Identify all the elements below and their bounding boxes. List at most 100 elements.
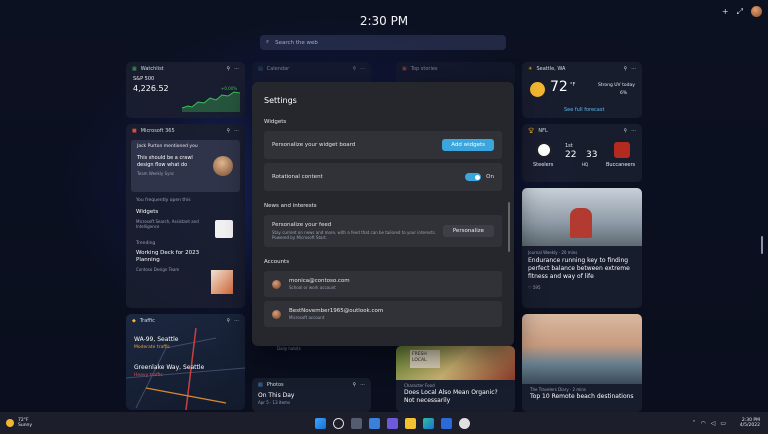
account-row[interactable]: BestNovember1965@outlook.com Microsoft a…	[264, 301, 502, 327]
section-accounts: Accounts	[264, 259, 290, 265]
volume-icon[interactable]: ◁	[711, 420, 716, 427]
forecast-link[interactable]: See full forecast	[564, 107, 604, 113]
widget-title: Watchlist	[140, 66, 164, 72]
rotational-label: Rotational content	[272, 174, 323, 180]
home-score: 22	[565, 150, 577, 160]
precipitation: 6%	[620, 91, 628, 96]
chevron-up-icon[interactable]: ˄	[692, 420, 695, 427]
route-1-status: Moderate traffic	[134, 345, 171, 350]
store-icon[interactable]	[441, 417, 452, 429]
nfl-widget[interactable]: 🏆︎ NFL ⚲ ··· Steelers 1st 22 33 HQ Buccanee…	[522, 124, 642, 182]
taskbar-clock[interactable]: 2:30 PM 4/5/2022	[740, 418, 760, 429]
game-period: HQ	[582, 162, 589, 167]
search-taskbar-icon[interactable]	[333, 417, 344, 429]
toggle-state: On	[486, 174, 494, 180]
story-source: The Travelers Diary · 2 mins	[530, 387, 586, 392]
story-title[interactable]: Does Local Also Mean Organic? Not necess…	[396, 389, 515, 405]
avatar[interactable]	[751, 6, 762, 17]
widget-title: Traffic	[139, 318, 155, 324]
more-icon[interactable]: ···	[234, 318, 239, 324]
trophy-icon: 🏆︎	[528, 128, 535, 134]
more-icon[interactable]: ···	[360, 66, 365, 72]
file-explorer-icon[interactable]	[405, 417, 416, 429]
personalize-feed-row: Personalize your feed Stay current on ne…	[264, 215, 502, 247]
mention-card[interactable]: Jack Purton mentioned you This should be…	[131, 140, 240, 192]
taskbar-weather[interactable]: 72°F Sunny	[0, 418, 32, 429]
start-icon[interactable]	[315, 417, 326, 429]
settings-scrollbar[interactable]	[508, 202, 510, 252]
photos-icon: ▧	[258, 382, 263, 388]
story-source: Journal Weekly · 20 mins	[528, 250, 578, 255]
temperature: 72	[550, 79, 568, 95]
battery-icon[interactable]: ▭	[720, 420, 726, 427]
wifi-icon[interactable]: ◠	[700, 420, 705, 427]
expand-icon[interactable]: ⤢	[737, 7, 743, 17]
settings-dialog: Settings Widgets Personalize your widget…	[252, 82, 514, 346]
pin-icon[interactable]: ⚲	[624, 66, 628, 72]
board-header-controls: + ⤢	[722, 6, 762, 17]
rotational-toggle[interactable]	[465, 173, 482, 181]
personalize-button[interactable]: Personalize	[442, 225, 494, 237]
section-news: News and interests	[264, 203, 317, 209]
account-row[interactable]: monica@contoso.com School or work accoun…	[264, 271, 502, 297]
photos-meta: Apr 5 · 13 items	[258, 400, 291, 405]
weather-icon: ☀	[528, 66, 533, 72]
app-icon[interactable]	[459, 417, 470, 429]
weather-widget[interactable]: ☀ Seattle, WA ⚲ ··· 72 °F Strong UV today 6…	[522, 62, 642, 118]
personalize-board-row: Personalize your widget board Add widget…	[264, 131, 502, 159]
more-icon[interactable]: ···	[234, 128, 239, 134]
pin-icon[interactable]: ⚲	[353, 66, 357, 72]
more-icon[interactable]: ···	[360, 382, 365, 388]
story-reactions[interactable]: ♡ 595	[522, 281, 642, 294]
feed-title: Personalize your feed	[272, 221, 332, 228]
frequent-label: You frequently open this	[136, 198, 191, 203]
watchlist-widget[interactable]: ▦ Watchlist ⚲ ··· S&P 500 4,226.52 +0.00%	[126, 62, 245, 118]
pin-icon[interactable]: ⚲	[353, 382, 357, 388]
traffic-widget[interactable]: ◆ Traffic ⚲ ··· WA-99, Seattle Moderate tra…	[126, 314, 245, 410]
photos-widget[interactable]: ▧ Photos ⚲ ··· On This Day Apr 5 · 13 items	[252, 378, 371, 412]
personalize-board-label: Personalize your widget board	[272, 142, 356, 148]
story-title[interactable]: Top 10 Remote beach destinations	[522, 393, 642, 400]
ticker-change: +0.00%	[221, 86, 238, 91]
pin-icon[interactable]: ⚲	[227, 128, 231, 134]
edge-icon[interactable]	[423, 417, 434, 429]
trending-title[interactable]: Working Deck for 2023 Planning	[126, 248, 211, 266]
microsoft-365-widget[interactable]: ■ Microsoft 365 ⚲ ··· Jack Purton mentioned…	[126, 124, 245, 308]
more-icon[interactable]: ···	[631, 128, 636, 134]
story-title[interactable]: Endurance running key to finding perfect…	[522, 257, 642, 281]
market-sign: FRESH LOCAL	[410, 350, 440, 368]
feed-description: Stay current on news and more, with a fe…	[272, 229, 436, 241]
story-image	[522, 314, 642, 384]
news-card[interactable]: FRESH LOCAL Character Food Does Local Al…	[396, 346, 515, 412]
pin-icon[interactable]: ⚲	[624, 128, 628, 134]
chat-icon[interactable]	[387, 417, 398, 429]
widget-title: Seattle, WA	[536, 66, 566, 72]
news-card[interactable]: Journal Weekly · 20 mins Endurance runni…	[522, 188, 642, 308]
account-type: School or work account	[289, 285, 336, 290]
home-team: Steelers	[533, 162, 554, 168]
pin-icon[interactable]: ⚲	[227, 318, 231, 324]
widgets-icon[interactable]	[369, 417, 380, 429]
search-icon: ⌕	[266, 39, 270, 45]
task-view-icon[interactable]	[351, 417, 362, 429]
watchlist-icon: ▦	[132, 66, 137, 72]
away-score: 33	[586, 150, 598, 160]
temperature-unit: °F	[570, 82, 576, 88]
search-placeholder: Search the web	[275, 39, 318, 46]
news-card[interactable]: The Travelers Diary · 2 mins Top 10 Remo…	[522, 314, 642, 412]
more-icon[interactable]: ···	[631, 66, 636, 72]
game-status: 1st	[565, 143, 573, 149]
pin-icon[interactable]: ⚲	[227, 66, 231, 72]
add-widget-icon[interactable]: +	[722, 7, 729, 16]
board-scrollbar[interactable]	[761, 236, 763, 254]
doc-thumbnail	[215, 220, 233, 238]
runner-figure	[570, 208, 592, 238]
system-tray[interactable]: ˄ ◠ ◁ ▭	[692, 420, 726, 427]
story-image	[522, 188, 642, 246]
more-icon[interactable]: ···	[234, 66, 239, 72]
doc-title[interactable]: Widgets	[126, 207, 245, 217]
office-icon: ■	[132, 128, 137, 134]
rotational-content-row: Rotational content On	[264, 163, 502, 191]
add-widgets-button[interactable]: Add widgets	[442, 139, 494, 151]
search-input[interactable]: ⌕ Search the web	[260, 35, 506, 50]
